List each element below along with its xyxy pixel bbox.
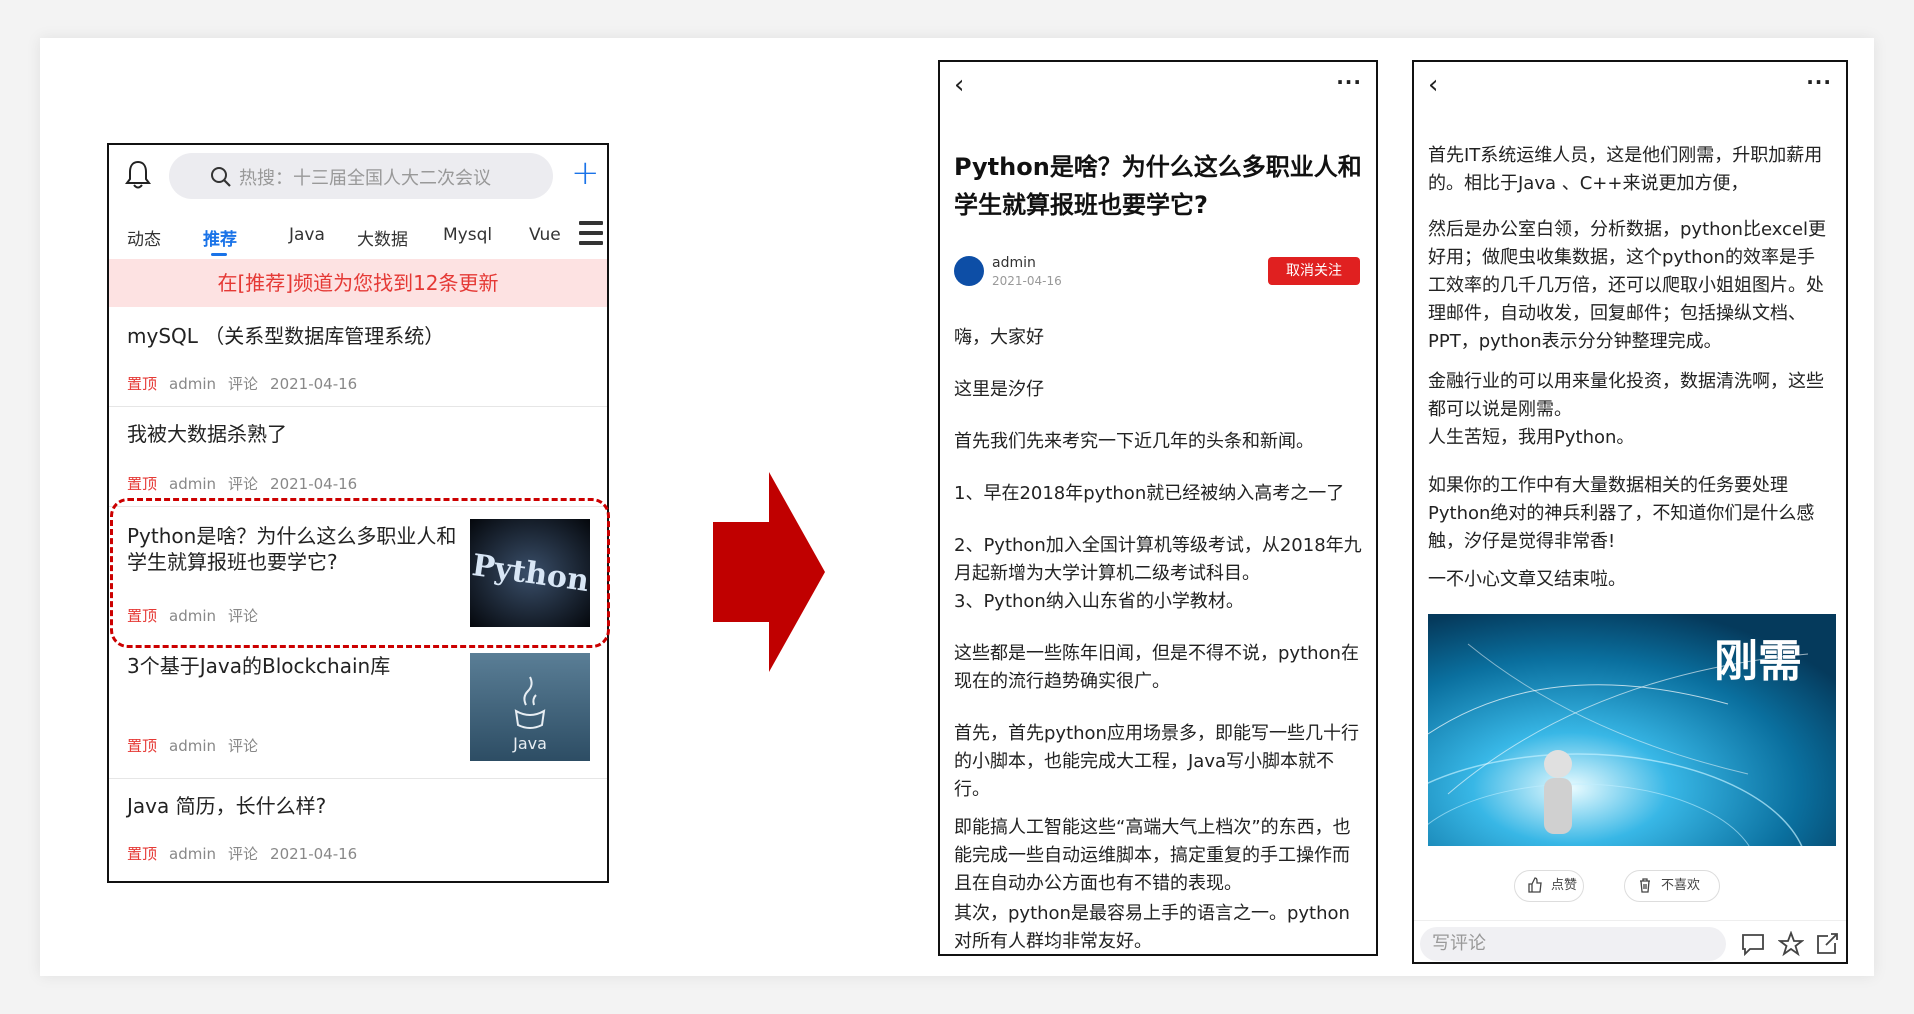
item-date: 2021-04-16	[270, 475, 358, 493]
like-button[interactable]: 点赞	[1514, 870, 1584, 902]
highlight-dashed-box	[110, 498, 610, 648]
item-author: admin	[169, 475, 217, 493]
pin-badge: 置顶	[127, 475, 158, 493]
list-item[interactable]: 3个基于Java的Blockchain库 置顶 admin 评论 Java	[109, 643, 607, 779]
search-icon	[211, 167, 231, 187]
article-paragraph: 1、早在2018年python就已经被纳入高考之一了	[954, 483, 1345, 504]
tab-bigdata[interactable]: 大数据	[357, 225, 408, 250]
article-paragraph: 金融行业的可以用来量化投资，数据清洗啊，这些都可以说是刚需。	[1428, 371, 1824, 420]
item-meta: 置顶 admin 评论 2021-04-16	[127, 373, 357, 394]
back-icon[interactable]: ‹	[1428, 70, 1438, 100]
tab-vue[interactable]: Vue	[529, 225, 561, 245]
star-icon[interactable]	[1778, 931, 1804, 957]
avatar[interactable]	[954, 256, 984, 286]
comment-icon[interactable]	[1740, 931, 1766, 957]
dislike-button[interactable]: 不喜欢	[1624, 870, 1720, 902]
thumb-label: Java	[512, 734, 547, 753]
reaction-bar: 点赞 不喜欢	[1414, 868, 1846, 908]
list-item[interactable]: Java 简历，长什么样? 置顶 admin 评论 2021-04-16	[109, 779, 607, 881]
unfollow-button[interactable]: 取消关注	[1268, 257, 1360, 285]
article-paragraph: 然后是办公室白领，分析数据，python比excel更好用；做爬虫收集数据，这个…	[1428, 219, 1827, 352]
article-paragraph: 这里是汐仔	[954, 379, 1044, 400]
article-paragraph: 这些都是一些陈年旧闻，但是不得不说，python在现在的流行趋势确实很广。	[954, 643, 1359, 692]
comment-input[interactable]: 写评论	[1420, 927, 1726, 961]
tab-mysql[interactable]: Mysql	[443, 225, 492, 245]
tab-dongtai[interactable]: 动态	[127, 225, 161, 250]
back-icon[interactable]: ‹	[954, 70, 964, 100]
share-icon[interactable]	[1814, 931, 1840, 957]
java-thumbnail: Java	[470, 653, 590, 761]
item-title: 3个基于Java的Blockchain库	[127, 654, 391, 678]
like-icon	[1528, 877, 1542, 893]
dislike-label: 不喜欢	[1661, 878, 1701, 893]
list-item[interactable]: mySQL （关系型数据库管理系统） 置顶 admin 评论 2021-04-16	[109, 307, 607, 407]
item-title: Java 简历，长什么样?	[127, 794, 327, 818]
article-paragraph: 嗨，大家好	[954, 327, 1044, 348]
article-paragraph: 其次，python是最容易上手的语言之一。python对所有人群均非常友好。	[954, 903, 1350, 952]
article-paragraph: 3、Python纳入山东省的小学教材。	[954, 591, 1244, 612]
article-paragraph: 首先，首先python应用场景多，即能写一些几十行的小脚本，也能完成大工程，Ja…	[954, 723, 1359, 800]
channel-tabs: 动态 推荐 Java 大数据 Mysql Vue	[109, 215, 607, 259]
item-date: 2021-04-16	[270, 845, 358, 863]
item-comment: 评论	[228, 845, 259, 863]
more-icon[interactable]: ···	[1806, 70, 1832, 94]
author-name[interactable]: admin	[992, 255, 1036, 271]
item-meta: 置顶 admin 评论 2021-04-16	[127, 473, 357, 494]
more-icon[interactable]: ···	[1336, 70, 1362, 94]
article-paragraph: 人生苦短，我用Python。	[1428, 427, 1635, 448]
article-paragraph: 首先IT系统运维人员，这是他们刚需，升职加薪用的。相比于Java 、C++来说更…	[1428, 145, 1823, 194]
item-author: admin	[169, 375, 217, 393]
trash-icon	[1640, 878, 1650, 893]
article-image: 刚需	[1428, 614, 1836, 846]
top-bar: 热搜：十三届全国人大二次会议 +	[109, 145, 607, 205]
menu-icon[interactable]	[579, 221, 603, 247]
active-tab-indicator	[211, 253, 227, 256]
like-label: 点赞	[1551, 878, 1578, 893]
publish-date: 2021-04-16	[992, 274, 1062, 288]
search-input[interactable]: 热搜：十三届全国人大二次会议	[169, 153, 553, 199]
comment-bar: 写评论	[1414, 920, 1846, 962]
item-title: 我被大数据杀熟了	[127, 422, 287, 446]
image-caption: 刚需	[1714, 636, 1802, 687]
item-meta: 置顶 admin 评论	[127, 735, 258, 756]
article-paragraph: 一不小心文章又结束啦。	[1428, 569, 1626, 590]
article-paragraph: 2、Python加入全国计算机等级考试，从2018年九月起新增为大学计算机二级考…	[954, 535, 1362, 584]
item-title: mySQL （关系型数据库管理系统）	[127, 324, 445, 348]
article-paragraph: 首先我们先来考究一下近几年的头条和新闻。	[954, 431, 1314, 452]
item-comment: 评论	[228, 737, 259, 755]
plus-icon[interactable]: +	[571, 153, 600, 193]
search-placeholder: 热搜：十三届全国人大二次会议	[239, 168, 491, 189]
bell-icon[interactable]	[123, 159, 153, 191]
item-date: 2021-04-16	[270, 375, 358, 393]
article-screen-continued: ‹ ··· 首先IT系统运维人员，这是他们刚需，升职加薪用的。相比于Java 、…	[1412, 60, 1848, 964]
update-notice: 在[推荐]频道为您找到12条更新	[109, 259, 607, 307]
article-paragraph: 如果你的工作中有大量数据相关的任务要处理Python绝对的神兵利器了，不知道你们…	[1428, 475, 1815, 552]
article-title: Python是啥？为什么这么多职业人和学生就算报班也要学它?	[954, 153, 1362, 219]
arrow-right-icon	[713, 472, 825, 672]
tab-recommend[interactable]: 推荐	[203, 225, 237, 250]
item-comment: 评论	[228, 375, 259, 393]
article-screen: ‹ ··· Python是啥？为什么这么多职业人和学生就算报班也要学它? adm…	[938, 60, 1378, 956]
tab-java[interactable]: Java	[289, 225, 325, 245]
item-comment: 评论	[228, 475, 259, 493]
pin-badge: 置顶	[127, 375, 158, 393]
pin-badge: 置顶	[127, 845, 158, 863]
list-item[interactable]: 我被大数据杀熟了 置顶 admin 评论 2021-04-16	[109, 407, 607, 507]
item-author: admin	[169, 737, 217, 755]
pin-badge: 置顶	[127, 737, 158, 755]
item-meta: 置顶 admin 评论 2021-04-16	[127, 843, 357, 864]
article-paragraph: 即能搞人工智能这些“高端大气上档次”的东西，也能完成一些自动运维脚本，搞定重复的…	[954, 817, 1351, 894]
item-author: admin	[169, 845, 217, 863]
